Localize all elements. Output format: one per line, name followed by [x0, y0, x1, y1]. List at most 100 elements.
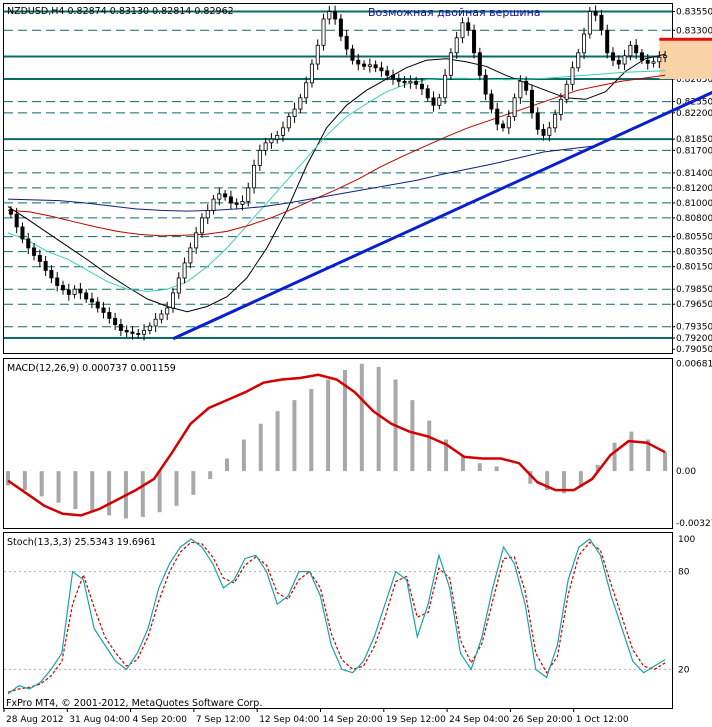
candle-body	[72, 288, 77, 295]
candle-body	[37, 255, 42, 262]
candle-body	[124, 330, 129, 333]
candle-body	[593, 11, 598, 16]
candle-body	[605, 29, 610, 54]
price-tick-label: 0.80550	[676, 233, 712, 243]
candle-body	[437, 97, 442, 106]
candle-body	[228, 196, 233, 204]
range-box-fill	[659, 39, 712, 80]
candle-body	[292, 108, 297, 117]
candle-body	[338, 18, 343, 37]
price-tick-label: 0.79350	[676, 323, 712, 333]
price-tick-label: 0.79850	[676, 285, 712, 295]
candle-body	[234, 202, 239, 205]
candle-body	[84, 292, 89, 300]
time-tick-label: 4 Sep 20:00	[133, 715, 188, 725]
candle-body	[356, 59, 361, 65]
candle-body	[182, 262, 187, 279]
price-tick-label: 0.81850	[676, 135, 712, 145]
time-axis: 28 Aug 2012 31 Aug 04:00 4 Sep 20:00 7 Sep …	[3, 708, 629, 725]
candle-body	[547, 127, 552, 136]
candle-body	[628, 44, 633, 57]
candle-body	[645, 59, 650, 64]
candle-body	[408, 80, 413, 84]
macd-tick-label: 0.00	[676, 467, 696, 477]
candle-body	[130, 331, 135, 334]
candle-body	[495, 108, 500, 125]
candle-body	[142, 330, 147, 335]
pattern-annotation: Возможная двойная вершина	[368, 6, 541, 19]
time-tick-label: 28 Aug 2012	[6, 715, 64, 725]
candle-body	[8, 209, 13, 215]
price-tick-label: 0.80800	[676, 214, 712, 224]
candle-body	[472, 29, 477, 54]
candle-body	[14, 213, 19, 228]
candle-body	[524, 80, 529, 91]
candle-body	[587, 11, 592, 35]
candle-body	[414, 80, 419, 85]
candle-body	[275, 134, 280, 140]
candle-body	[321, 18, 326, 46]
time-tick-label: 31 Aug 04:00	[69, 715, 130, 725]
stoch-panel-frame	[3, 532, 673, 709]
candle-body	[535, 112, 540, 130]
candle-body	[448, 52, 453, 76]
candle-body	[564, 83, 569, 100]
price-tick-label: 0.81000	[676, 199, 712, 209]
candle-body	[634, 44, 639, 54]
candle-body	[512, 97, 517, 117]
candle-body	[199, 217, 204, 234]
price-tick-label: 0.80150	[676, 263, 712, 273]
candle-body	[101, 307, 106, 313]
candle-body	[483, 74, 488, 95]
price-tick-label: 0.81700	[676, 146, 712, 156]
candle-body	[147, 325, 152, 331]
price-tick-label: 0.79200	[676, 334, 712, 344]
candle-body	[309, 63, 314, 84]
time-tick-label: 1 Oct 12:00	[576, 715, 629, 725]
candle-body	[327, 11, 332, 20]
candle-body	[558, 98, 563, 115]
candle-body	[570, 67, 575, 85]
candle-body	[362, 63, 367, 67]
price-tick-label: 0.79650	[676, 300, 712, 310]
candle-body	[107, 312, 112, 319]
candle-body	[622, 55, 627, 65]
candle-body	[304, 82, 309, 99]
candle-body	[205, 209, 210, 219]
candle-body	[223, 193, 228, 198]
candle-body	[616, 59, 621, 65]
candle-body	[78, 288, 83, 294]
candle-body	[159, 313, 164, 320]
candle-body	[170, 292, 175, 309]
candle-body	[425, 88, 430, 99]
candle-body	[246, 187, 251, 202]
candle-body	[61, 285, 66, 291]
symbol-info: NZDUSD,H4 0.82874 0.83130 0.82814 0.8296…	[7, 6, 234, 17]
candle-body	[240, 200, 245, 205]
candle-body	[373, 64, 378, 69]
candle-body	[43, 261, 48, 271]
price-tick-label: 0.83300	[676, 26, 712, 36]
candle-body	[651, 61, 656, 64]
price-tick-label: 0.81400	[676, 169, 712, 179]
candle-body	[576, 52, 581, 69]
candle-body	[344, 35, 349, 50]
candle-body	[286, 116, 291, 129]
range-box	[659, 39, 712, 80]
stoch-tick-label: 100	[678, 535, 695, 545]
candle-body	[599, 14, 604, 31]
copyright: FxPro MT4, © 2001-2012, MetaQuotes Softw…	[6, 698, 262, 709]
candle-body	[252, 164, 257, 189]
time-tick-label: 7 Sep 12:00	[196, 715, 251, 725]
candle-body	[466, 22, 471, 31]
candle-body	[26, 238, 31, 249]
candle-body	[518, 80, 523, 99]
macd-tick-label: 0.00681	[676, 360, 712, 370]
stoch-label: Stoch(13,3,3) 25.5343 19.6961	[7, 537, 156, 548]
price-tick-label: 0.79050	[676, 345, 712, 355]
price-tick-label: 0.81200	[676, 184, 712, 194]
candle-body	[379, 67, 384, 72]
candle-body	[529, 89, 534, 114]
candle-body	[32, 247, 37, 256]
candle-body	[194, 232, 199, 249]
